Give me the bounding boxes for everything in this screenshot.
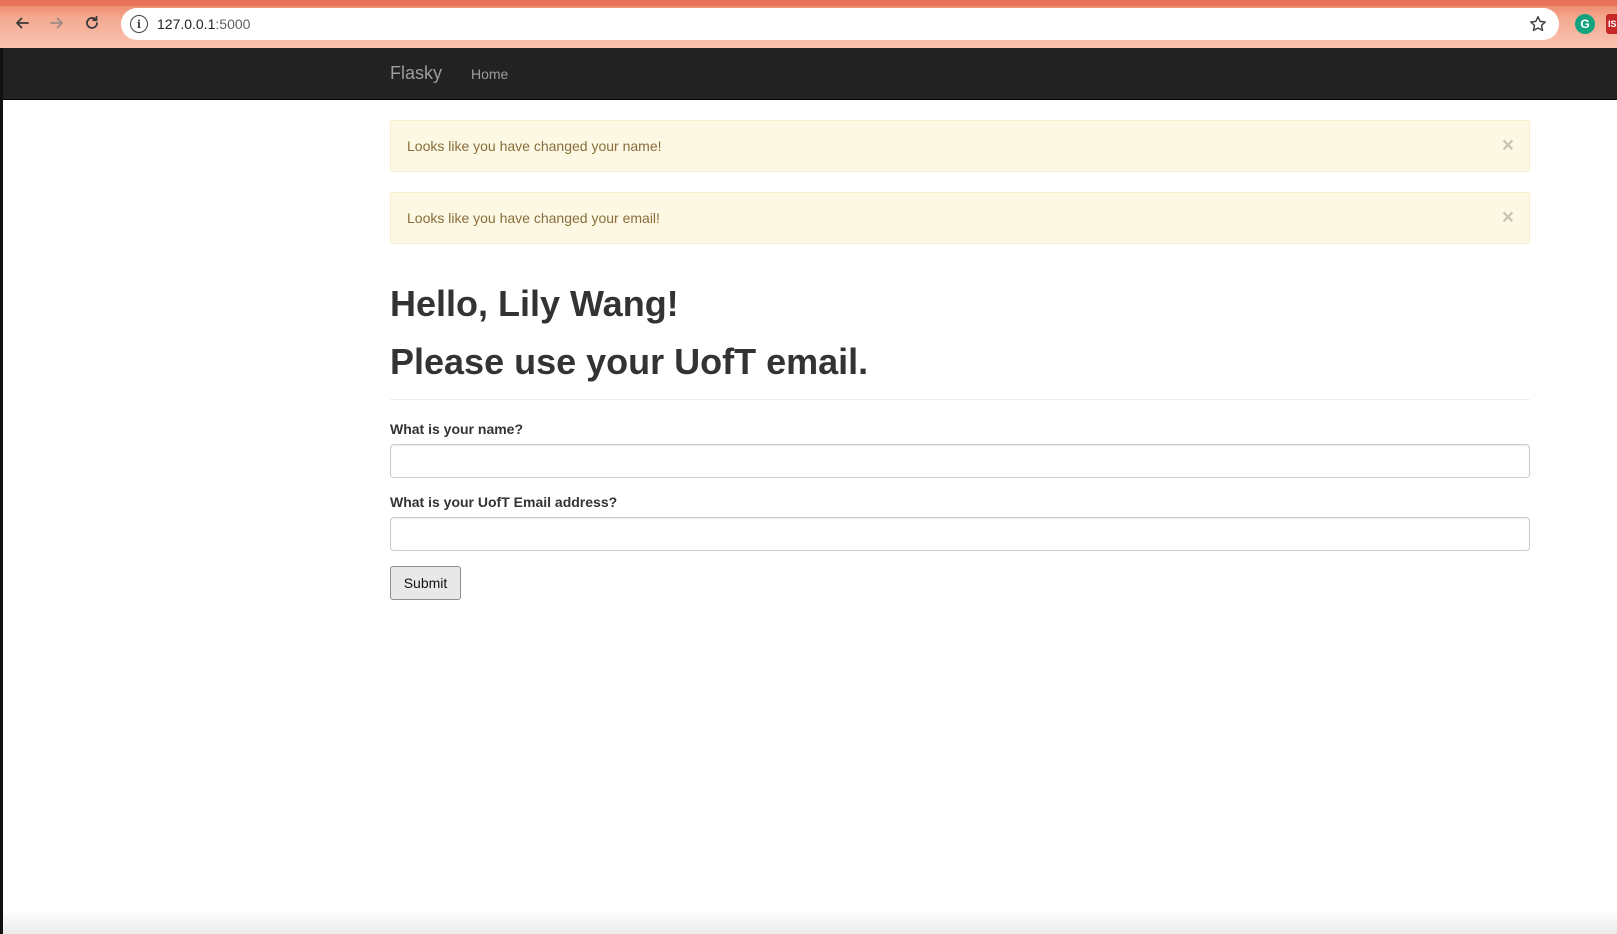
- tab-strip: [0, 0, 1617, 6]
- url-text[interactable]: 127.0.0.1:5000: [157, 16, 250, 32]
- email-form-group: What is your UofT Email address?: [390, 494, 1530, 552]
- name-label: What is your name?: [390, 421, 524, 438]
- address-bar[interactable]: i 127.0.0.1:5000: [121, 8, 1559, 40]
- close-icon[interactable]: ×: [1502, 207, 1514, 228]
- grammarly-extension-icon[interactable]: G: [1575, 14, 1595, 34]
- name-form-group: What is your name?: [390, 421, 1530, 479]
- page-header: Hello, Lily Wang! Please use your UofT e…: [390, 283, 1530, 401]
- back-button[interactable]: [10, 11, 34, 35]
- name-field[interactable]: [390, 444, 1530, 479]
- arrow-left-icon: [16, 17, 29, 29]
- extension-icon[interactable]: IS: [1606, 14, 1617, 34]
- close-icon[interactable]: ×: [1502, 135, 1514, 156]
- email-label: What is your UofT Email address?: [390, 494, 618, 511]
- email-field[interactable]: [390, 517, 1530, 552]
- reload-button[interactable]: [80, 11, 104, 35]
- window-left-edge: [0, 48, 3, 934]
- browser-toolbar: i 127.0.0.1:5000 G IS: [0, 0, 1617, 48]
- reload-icon: [86, 15, 98, 29]
- browser-window: i 127.0.0.1:5000 G IS Flasky Home Looks …: [0, 0, 1617, 934]
- flash-alert: Looks like you have changed your email! …: [390, 192, 1530, 244]
- arrow-right-icon: [50, 17, 63, 29]
- notice-heading: Please use your UofT email.: [390, 340, 869, 382]
- forward-button[interactable]: [45, 11, 69, 35]
- greeting-heading: Hello, Lily Wang!: [390, 283, 679, 324]
- alert-message: Looks like you have changed your email!: [407, 210, 660, 226]
- page-viewport: Flasky Home Looks like you have changed …: [0, 48, 1617, 934]
- navbar-brand[interactable]: Flasky: [390, 63, 442, 84]
- bookmark-star-icon[interactable]: [1529, 15, 1547, 33]
- alert-message: Looks like you have changed your name!: [407, 138, 662, 154]
- url-port: :5000: [215, 16, 251, 32]
- site-navbar: Flasky Home: [0, 48, 1617, 100]
- user-form: What is your name? What is your UofT Ema…: [390, 421, 1530, 601]
- submit-button[interactable]: Submit: [390, 566, 461, 601]
- main-container: Looks like you have changed your name! ×…: [390, 100, 1530, 601]
- site-info-icon[interactable]: i: [130, 15, 148, 33]
- url-host: 127.0.0.1: [157, 16, 216, 32]
- nav-link-home[interactable]: Home: [471, 66, 508, 82]
- flash-alert: Looks like you have changed your name! ×: [390, 120, 1530, 172]
- window-bottom-shadow: [0, 910, 1617, 934]
